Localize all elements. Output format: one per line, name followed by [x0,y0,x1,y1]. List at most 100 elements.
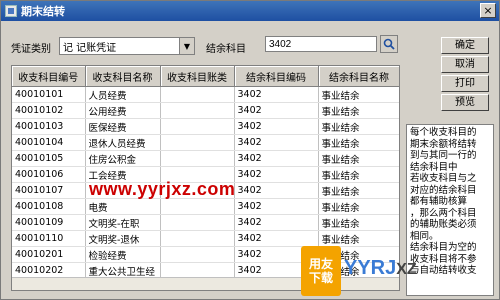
table-cell: 医保经费 [85,118,161,135]
balance-subject-input[interactable] [265,36,377,52]
balance-subject-label: 结余科目 [206,44,246,55]
table-cell [160,230,235,247]
table-cell: 电费 [85,198,161,215]
table-cell: 40010104 [12,134,86,151]
table-cell: 事业结余 [318,118,399,135]
logo-bottom-text: 下载 [308,271,333,285]
voucher-type-label: 凭证类别 [11,44,51,55]
table-cell [160,150,235,167]
note-line: ，那么两个科目 [410,207,477,219]
note-line: 结余科目为空的 [410,242,477,253]
table-cell: 3402 [234,230,319,247]
table-cell: 退休人员经费 [85,134,161,151]
cancel-button[interactable]: 取消 [441,56,489,73]
logo-top-text: 用友 [308,257,333,271]
table-cell [160,118,235,135]
download-logo: 用友 下载 [301,246,341,296]
table-cell: 40010108 [12,198,86,215]
table-cell: 3402 [234,198,319,215]
note-line: 到与其同一行的 [410,150,477,161]
table-row[interactable]: 40010201检验经费3402事业结余 [12,246,399,263]
table-cell: 事业结余 [318,230,399,247]
table-cell: 文明奖-在职 [85,214,161,231]
table-cell: 事业结余 [318,182,399,199]
table-cell: 事业结余 [318,166,399,183]
table-cell [160,102,235,119]
confirm-button[interactable]: 确定 [441,37,489,54]
logo-wordmark: YYRJXZ [344,257,417,280]
table-cell [160,198,235,215]
note-line: 每个收支科目的 [410,127,477,138]
table-cell: 40010106 [12,166,86,183]
note-line: 都有辅助核算 [410,196,468,207]
note-line: 相同。 [410,230,439,242]
table-cell: 3402 [234,166,319,183]
table-cell: 事业结余 [318,102,399,119]
table-row[interactable]: 40010110 文明奖-退休 3402 事业结余 [12,230,399,247]
title-bar: 期末结转 × [1,1,499,21]
table-cell: 3402 [234,118,319,135]
note-line: 收支科目将不参 [410,253,477,265]
column-header[interactable]: 结余科目编码 [234,66,319,87]
period-end-transfer-window: 期末结转 × 凭证类别 记 记账凭证 ▼ 结余科目 收支科目编号 收支科目名称 … [0,0,500,300]
table-row[interactable]: 40010102 公用经费 3402 事业结余 [12,102,399,119]
column-header[interactable]: 结余科目名称 [318,66,399,87]
table-cell: 文明奖-退休 [85,230,161,247]
logo-text: YYRJ [344,257,397,279]
table-cell [160,214,235,231]
help-note: 每个收支科目的 期末余额将结转 到与其同一行的 结余科目中 若收支科目与之 对应的结余科目… [406,124,494,296]
table-cell: 事业结余 [318,150,399,167]
table-cell: 3402 [234,134,319,151]
table-cell: 40010102 [12,102,86,119]
table-cell: 3402 [234,86,319,103]
table-cell: 40010101 [12,86,86,103]
table-cell: 40010110 [12,230,86,247]
table-cell: 事业结余 [318,214,399,231]
table-row[interactable]: 40010105 住房公积金 3402 事业结余 [12,150,399,167]
note-line: 与自动结转收支 [410,265,477,276]
table-cell: 3402 [234,102,319,119]
voucher-type-select[interactable]: 记 记账凭证 ▼ [59,37,195,55]
search-button[interactable] [380,35,398,53]
table-cell: 3402 [234,150,319,167]
table-row[interactable]: 40010103 医保经费 3402 事业结余 [12,118,399,135]
table-cell: 事业结余 [318,86,399,103]
table-cell: 40010109 [12,214,86,231]
table-cell [160,246,235,263]
logo-suffix: XZ [396,261,417,278]
note-line: 若收支科目与之 [410,173,477,184]
table-cell [160,134,235,151]
note-line: 对应的结余科目 [410,184,477,196]
table-cell: 公用经费 [85,102,161,119]
preview-button[interactable]: 预览 [441,94,489,111]
table-cell [160,86,235,103]
table-cell: 3402 [234,182,319,199]
table-cell: 事业结余 [318,134,399,151]
voucher-type-value: 记 记账凭证 [63,42,117,54]
chevron-down-icon[interactable]: ▼ [179,38,194,54]
table-row[interactable]: 40010104 退休人员经费 3402 事业结余 [12,134,399,151]
table-header: 收支科目编号 收支科目名称 收支科目账类 结余科目编码 结余科目名称 [12,66,399,87]
print-button[interactable]: 打印 [441,75,489,92]
column-header[interactable]: 收支科目账类 [160,66,235,87]
note-line: 的辅助账类必须 [410,219,477,230]
table-cell: 3402 [234,214,319,231]
close-button[interactable]: × [480,3,496,18]
note-line: 期末余额将结转 [410,138,477,150]
column-header[interactable]: 收支科目编号 [12,66,86,87]
table-cell: 40010201 [12,246,86,263]
table-cell: 事业结余 [318,198,399,215]
window-title: 期末结转 [21,5,65,18]
transfer-table: 收支科目编号 收支科目名称 收支科目账类 结余科目编码 结余科目名称 40010… [11,65,400,291]
watermark-url: www.yyrjxz.com [89,179,236,199]
note-line: 结余科目中 [410,161,458,173]
table-row[interactable]: 40010101 人员经费 3402 事业结余 [12,86,399,103]
app-icon [5,5,17,17]
table-cell: 40010107 [12,182,86,199]
table-cell: 人员经费 [85,86,161,103]
table-cell: 40010103 [12,118,86,135]
column-header[interactable]: 收支科目名称 [85,66,161,87]
search-icon [383,38,395,50]
table-row[interactable]: 40010108 电费 3402 事业结余 [12,198,399,215]
table-row[interactable]: 40010109 文明奖-在职 3402 事业结余 [12,214,399,231]
